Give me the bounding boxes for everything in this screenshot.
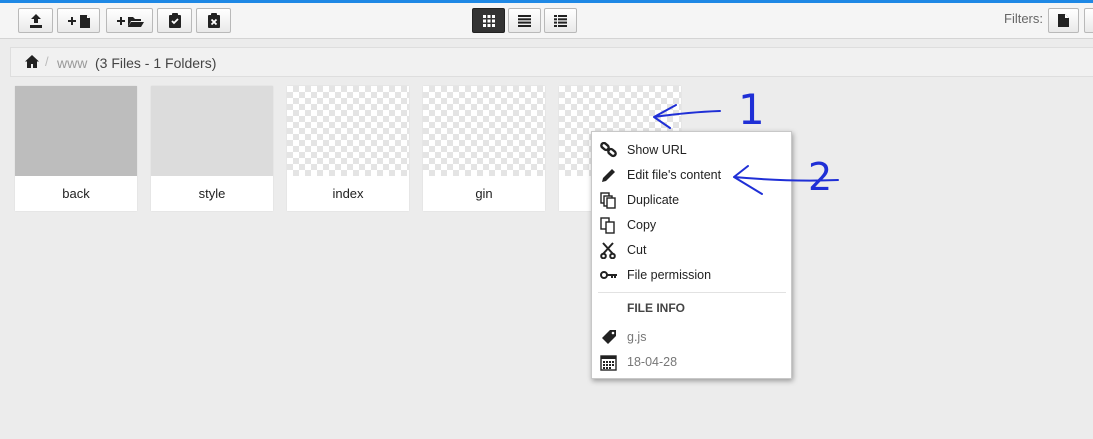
menu-item-label: Copy <box>627 218 657 232</box>
clipboard-clear-icon <box>207 12 220 28</box>
breadcrumb-folder[interactable]: www <box>57 55 87 71</box>
list-view-icon <box>518 14 531 27</box>
filters-label: Filters: <box>1004 11 1043 26</box>
file-name: back <box>62 186 90 201</box>
breadcrumb-stats: (3 Files - 1 Folders) <box>95 55 217 71</box>
clear-clipboard-button[interactable] <box>196 8 231 33</box>
file-thumbnail <box>287 86 409 176</box>
paste-button[interactable] <box>157 8 192 33</box>
menu-item-label: Show URL <box>627 143 687 157</box>
folder-thumbnail <box>15 86 137 176</box>
file-name: index <box>332 186 364 201</box>
clipboard-paste-icon <box>168 12 181 28</box>
columns-view-icon <box>554 14 567 27</box>
tag-icon <box>600 329 618 350</box>
menu-item-label: Cut <box>627 243 647 257</box>
menu-item-label: Duplicate <box>627 193 680 207</box>
menu-item-label: File permission <box>627 268 712 282</box>
menu-item-edit-content[interactable]: Edit file's content <box>592 163 791 188</box>
file-info-value: g.js <box>627 330 647 344</box>
menu-item-file-permission[interactable]: File permission <box>592 263 791 288</box>
context-menu: Show URL Edit file's content Duplicate C… <box>591 131 792 379</box>
file-info-name: g.js <box>592 325 791 350</box>
breadcrumb: / www (3 Files - 1 Folders) <box>10 47 1093 77</box>
menu-item-copy[interactable]: Copy <box>592 213 791 238</box>
new-file-button[interactable] <box>57 8 100 33</box>
key-icon <box>600 267 618 288</box>
menu-item-label: Edit file's content <box>627 168 722 182</box>
copy-icon <box>600 217 618 239</box>
file-info-date: 18-04-28 <box>592 350 791 375</box>
scissors-icon <box>600 242 618 264</box>
file-icon <box>1058 14 1069 27</box>
file-tile[interactable]: style <box>151 86 273 211</box>
file-info-header: FILE INFO <box>627 301 685 315</box>
file-thumbnail <box>151 86 273 176</box>
menu-item-show-url[interactable]: Show URL <box>592 138 791 163</box>
file-info-value: 18-04-28 <box>627 355 678 369</box>
file-name: gin <box>475 186 493 201</box>
upload-button[interactable] <box>18 8 53 33</box>
menu-item-cut[interactable]: Cut <box>592 238 791 263</box>
annotation-number-2: 2 <box>808 155 832 199</box>
file-thumbnail <box>423 86 545 176</box>
breadcrumb-separator: / <box>45 54 49 69</box>
duplicate-icon <box>600 192 618 214</box>
grid-view-icon <box>482 14 495 27</box>
menu-divider <box>598 292 786 293</box>
new-folder-icon <box>116 16 144 27</box>
file-name: style <box>198 186 226 201</box>
annotation-number-1: 1 <box>738 85 765 134</box>
filter-next-button[interactable] <box>1084 8 1093 33</box>
filter-files-button[interactable] <box>1048 8 1079 33</box>
calendar-icon <box>600 354 618 376</box>
file-tile[interactable]: index <box>287 86 409 211</box>
home-icon <box>25 55 39 68</box>
file-tile[interactable]: back <box>15 86 137 211</box>
grid-view-button[interactable] <box>472 8 505 33</box>
home-button[interactable] <box>25 55 39 73</box>
link-icon <box>600 141 618 163</box>
new-folder-button[interactable] <box>106 8 153 33</box>
toolbar: Filters: <box>0 3 1093 39</box>
upload-icon <box>29 13 42 28</box>
menu-item-duplicate[interactable]: Duplicate <box>592 188 791 213</box>
new-file-icon <box>67 14 90 28</box>
list-view-button[interactable] <box>508 8 541 33</box>
pencil-icon <box>600 167 618 188</box>
columns-view-button[interactable] <box>544 8 577 33</box>
file-tile[interactable]: gin <box>423 86 545 211</box>
